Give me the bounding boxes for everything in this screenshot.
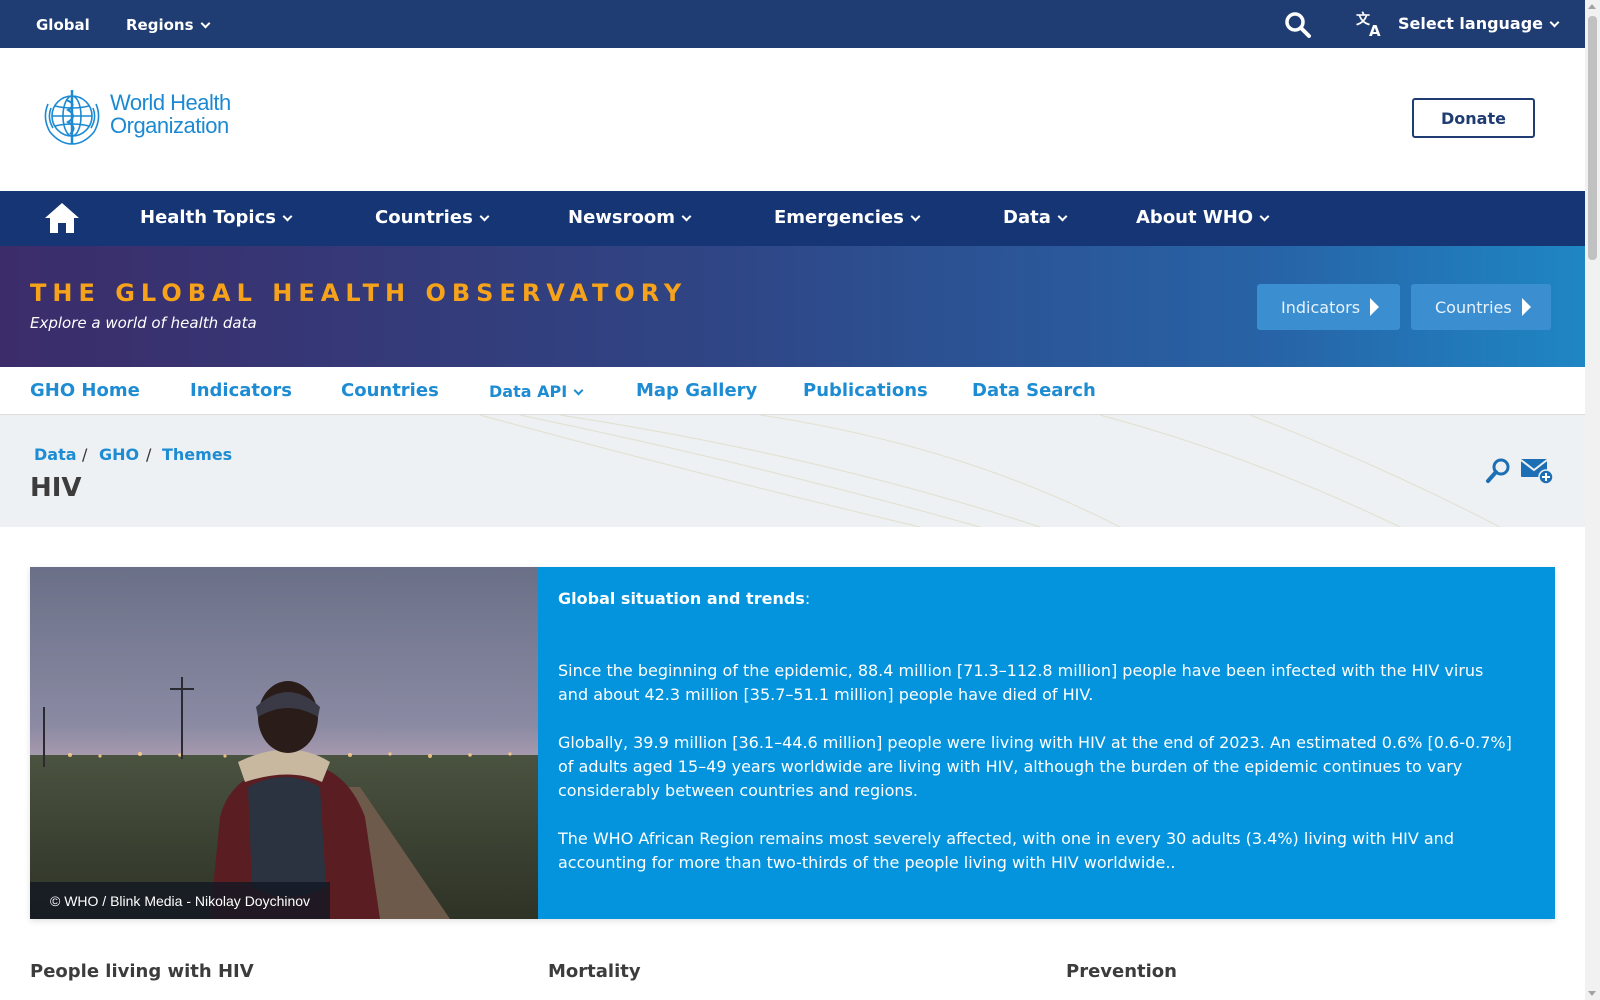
feature-photo: © WHO / Blink Media - Nikolay Doychinov: [30, 567, 538, 919]
background-curves: [479, 415, 1501, 527]
nav-data[interactable]: Data: [1003, 207, 1068, 228]
nav-health-topics[interactable]: Health Topics: [140, 207, 293, 228]
top-bar: Global Regions 文 A Select language: [0, 0, 1585, 48]
subnav-label: Data API: [489, 382, 568, 401]
chevron-down-icon: [282, 211, 293, 222]
site-header: World Health Organization Donate: [0, 48, 1585, 191]
feature-photo-image: [30, 567, 538, 919]
svg-text:A: A: [1369, 22, 1381, 38]
regions-dropdown[interactable]: Regions: [126, 16, 210, 34]
chevron-down-icon: [681, 211, 692, 222]
countries-label: Countries: [1435, 297, 1512, 317]
translate-icon[interactable]: 文 A: [1356, 10, 1386, 38]
scrollbar[interactable]: [1585, 0, 1600, 1000]
breadcrumb-gho[interactable]: GHO: [99, 445, 139, 464]
subnav-data-search[interactable]: Data Search: [972, 380, 1096, 401]
language-selector[interactable]: Select language: [1398, 14, 1560, 33]
main-nav: Health Topics Countries Newsroom Emergen…: [0, 191, 1585, 246]
banner-title: THE GLOBAL HEALTH OBSERVATORY: [30, 279, 688, 307]
feature-heading-text: Global situation and trends: [558, 589, 805, 608]
breadcrumb-separator: /: [146, 445, 152, 464]
donate-button[interactable]: Donate: [1412, 98, 1535, 138]
nav-label: Newsroom: [568, 207, 675, 228]
feature-paragraph: The WHO African Region remains most seve…: [558, 829, 1454, 872]
language-label: Select language: [1398, 14, 1544, 33]
photo-caption: © WHO / Blink Media - Nikolay Doychinov: [30, 882, 330, 919]
subnav-countries[interactable]: Countries: [341, 380, 439, 401]
gho-subnav: GHO Home Indicators Countries Data API M…: [0, 367, 1585, 415]
caret-right-icon: [1370, 298, 1380, 316]
gho-banner: THE GLOBAL HEALTH OBSERVATORY Explore a …: [0, 246, 1585, 367]
feature-text: Global situation and trends: Since the b…: [538, 567, 1555, 919]
search-icon[interactable]: [1284, 11, 1312, 39]
logo-text: World Health Organization: [110, 91, 231, 137]
feature-card: © WHO / Blink Media - Nikolay Doychinov …: [30, 567, 1555, 919]
who-emblem-icon: [44, 90, 100, 145]
caret-right-icon: [1521, 298, 1531, 316]
indicators-label: Indicators: [1281, 297, 1361, 317]
global-link[interactable]: Global: [36, 16, 90, 34]
scroll-up-arrow-icon[interactable]: [1588, 4, 1596, 9]
indicators-button[interactable]: Indicators: [1257, 284, 1400, 330]
feature-heading: Global situation and trends:: [558, 587, 1515, 611]
subnav-publications[interactable]: Publications: [803, 380, 928, 401]
subscribe-mail-icon[interactable]: [1520, 457, 1554, 485]
nav-newsroom[interactable]: Newsroom: [568, 207, 692, 228]
logo-line-2: Organization: [110, 113, 229, 138]
breadcrumb-data[interactable]: Data: [34, 445, 77, 464]
chevron-down-icon: [1259, 211, 1270, 222]
section-mortality: Mortality: [548, 961, 641, 982]
chevron-down-icon: [200, 18, 210, 29]
feature-paragraph: Globally, 39.9 million [36.1–44.6 millio…: [558, 733, 1512, 800]
subnav-indicators[interactable]: Indicators: [190, 380, 292, 401]
chevron-down-icon: [1549, 17, 1560, 28]
nav-countries[interactable]: Countries: [375, 207, 490, 228]
search-icon[interactable]: [1484, 457, 1512, 485]
scroll-thumb[interactable]: [1588, 16, 1597, 260]
feature-heading-suffix: :: [804, 589, 811, 608]
breadcrumb-separator: /: [82, 445, 88, 464]
breadcrumb-themes[interactable]: Themes: [162, 445, 232, 464]
subnav-data-api[interactable]: Data API: [489, 382, 584, 401]
scroll-down-arrow-icon[interactable]: [1588, 991, 1596, 996]
feature-paragraph: Since the beginning of the epidemic, 88.…: [558, 661, 1484, 704]
home-icon[interactable]: [43, 201, 81, 235]
breadcrumb-area: Data / GHO / Themes HIV: [0, 415, 1585, 527]
subnav-map-gallery[interactable]: Map Gallery: [636, 380, 757, 401]
who-logo[interactable]: World Health Organization: [38, 86, 238, 148]
chevron-down-icon: [573, 385, 584, 396]
nav-label: About WHO: [1136, 207, 1254, 228]
nav-label: Emergencies: [774, 207, 904, 228]
subnav-gho-home[interactable]: GHO Home: [30, 380, 140, 401]
section-prevention: Prevention: [1066, 961, 1177, 982]
nav-about-who[interactable]: About WHO: [1136, 207, 1270, 228]
logo-line-1: World Health: [110, 90, 231, 115]
section-people-living-with-hiv: People living with HIV: [30, 961, 254, 982]
nav-emergencies[interactable]: Emergencies: [774, 207, 921, 228]
chevron-down-icon: [1057, 211, 1068, 222]
chevron-down-icon: [479, 211, 490, 222]
banner-subtitle: Explore a world of health data: [30, 314, 257, 332]
chevron-down-icon: [910, 211, 921, 222]
nav-label: Health Topics: [140, 207, 276, 228]
nav-label: Countries: [375, 207, 473, 228]
page-title: HIV: [30, 473, 82, 503]
nav-label: Data: [1003, 207, 1051, 228]
regions-label: Regions: [126, 16, 194, 34]
countries-button[interactable]: Countries: [1411, 284, 1551, 330]
